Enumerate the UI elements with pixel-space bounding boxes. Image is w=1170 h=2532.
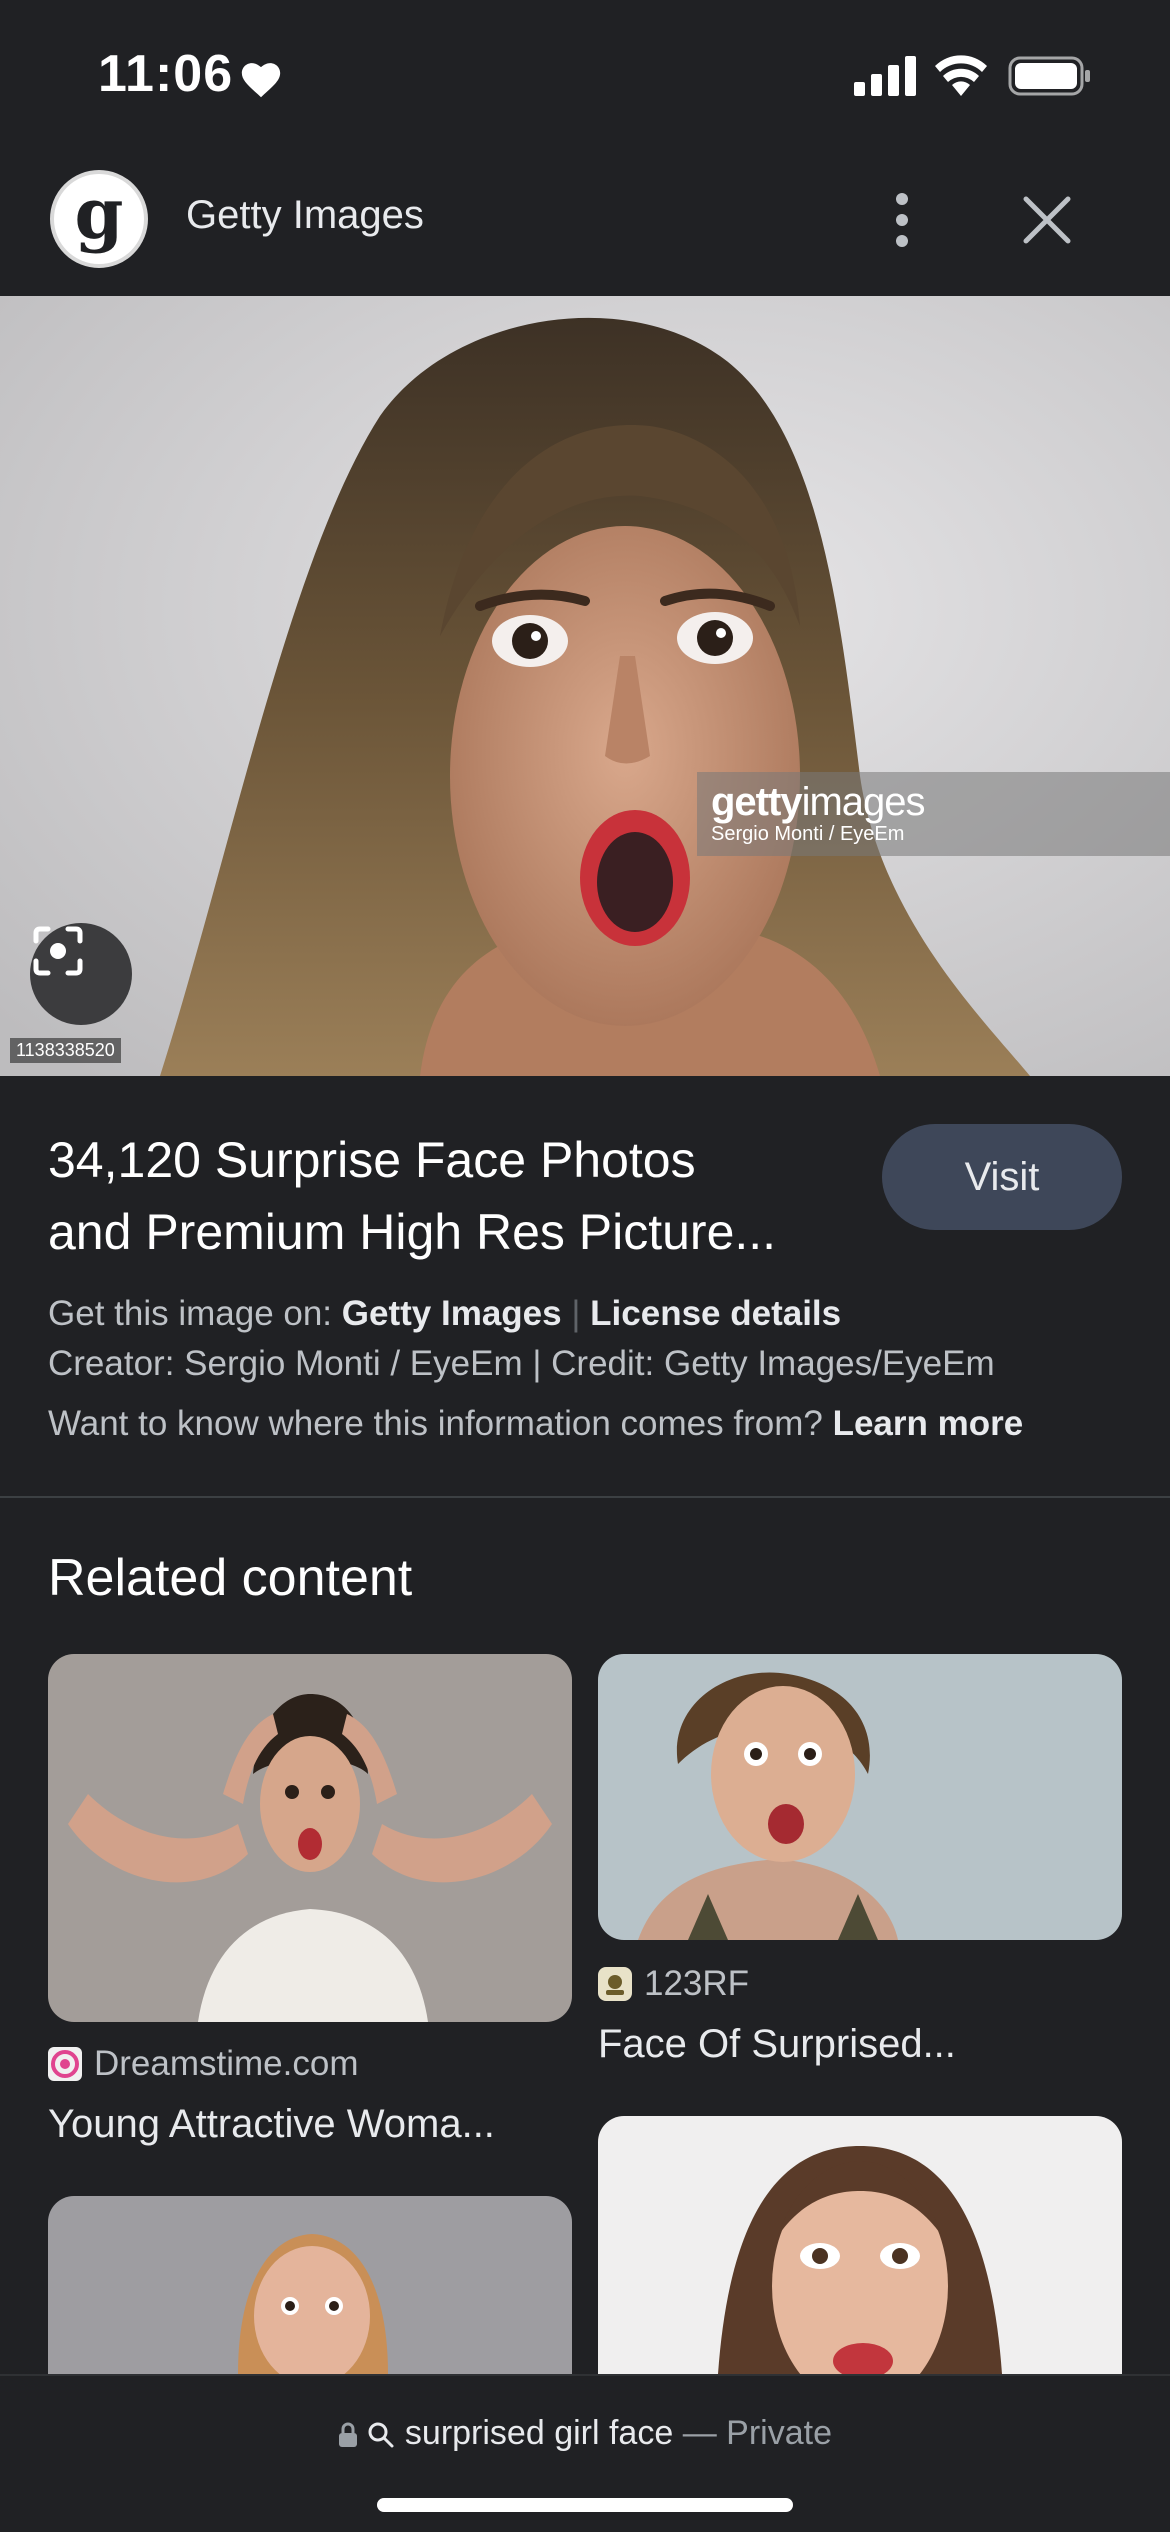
image-viewer-header: g Getty Images xyxy=(0,165,1170,295)
related-image-3[interactable] xyxy=(48,2196,572,2374)
image-title[interactable]: 34,120 Surprise Face Photos and Premium … xyxy=(48,1124,868,1268)
creator-credit-line: Creator: Sergio Monti / EyeEm | Credit: … xyxy=(48,1344,995,1383)
heart-icon xyxy=(241,63,281,98)
visit-button[interactable]: Visit xyxy=(882,1124,1122,1230)
lock-icon xyxy=(339,2422,357,2448)
get-image-line: Get this image on: Getty Images | Licens… xyxy=(48,1294,842,1333)
surprised-woman-photo xyxy=(0,296,1170,1076)
image-id-label: 1138338520 xyxy=(10,1038,121,1063)
getty-images-logo[interactable]: g xyxy=(50,170,148,268)
license-details-link[interactable]: License details xyxy=(590,1294,841,1333)
related-image-1[interactable] xyxy=(48,1654,572,2022)
watermark-credit: Sergio Monti / EyeEm xyxy=(711,823,905,845)
wifi-icon xyxy=(935,55,987,96)
more-dot-icon xyxy=(896,214,908,226)
battery-icon xyxy=(1008,56,1090,96)
getty-watermark: gettyimages Sergio Monti / EyeEm xyxy=(697,772,1170,856)
lens-icon xyxy=(33,926,83,976)
section-divider xyxy=(0,1496,1170,1498)
lens-search-button[interactable] xyxy=(30,923,132,1025)
search-icon xyxy=(368,2422,394,2448)
separator: — xyxy=(682,2414,717,2452)
info-source-line: Want to know where this information come… xyxy=(48,1404,1024,1443)
related-image-2[interactable] xyxy=(598,1654,1122,1940)
related-image-4[interactable] xyxy=(598,2116,1122,2374)
get-image-source-link[interactable]: Getty Images xyxy=(342,1294,562,1333)
more-options-button[interactable] xyxy=(880,185,924,255)
browser-bottom-bar: surprised girl face — Private xyxy=(0,2374,1170,2532)
related-title-1[interactable]: Young Attractive Woma... xyxy=(48,2102,495,2147)
related-title-2[interactable]: Face Of Surprised... xyxy=(598,2022,956,2067)
related-source-1[interactable]: Dreamstime.com xyxy=(48,2044,358,2084)
home-indicator[interactable] xyxy=(377,2498,793,2512)
status-time: 11:06 xyxy=(98,45,234,103)
related-content-heading: Related content xyxy=(48,1549,413,1607)
watermark-logo: gettyimages xyxy=(711,780,926,824)
related-source-2[interactable]: 123RF xyxy=(598,1964,749,2004)
address-bar[interactable]: surprised girl face — Private xyxy=(0,2414,1170,2453)
close-icon[interactable] xyxy=(1018,191,1076,249)
more-dot-icon xyxy=(896,235,908,247)
more-dot-icon xyxy=(896,193,908,205)
cellular-signal-icon xyxy=(854,56,916,96)
site-name[interactable]: Getty Images xyxy=(186,193,424,238)
site-logo-letter: g xyxy=(74,171,124,255)
private-mode-label: Private xyxy=(726,2414,832,2452)
status-bar: 11:06 xyxy=(0,0,1170,150)
123rf-favicon-icon xyxy=(598,1967,632,2001)
learn-more-link[interactable]: Learn more xyxy=(833,1404,1024,1443)
main-image[interactable]: gettyimages Sergio Monti / EyeEm 1138338… xyxy=(0,296,1170,1076)
search-query: surprised girl face xyxy=(404,2414,674,2452)
dreamstime-favicon-icon xyxy=(48,2047,82,2081)
